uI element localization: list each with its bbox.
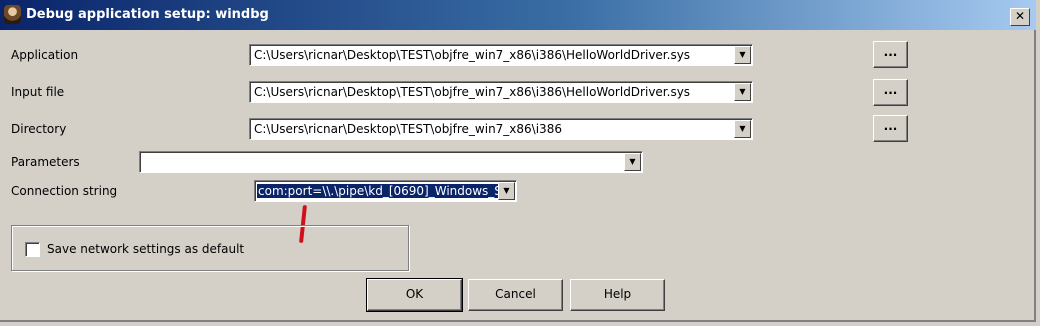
directory-browse-button[interactable]: ... <box>873 115 908 142</box>
input-file-combo[interactable]: C:\Users\ricnar\Desktop\TEST\objfre_win7… <box>249 81 753 103</box>
connection-string-value[interactable]: com:port=\\.\pipe\kd_[0690]_Windows_S <box>257 184 503 198</box>
chevron-down-icon[interactable]: ▼ <box>624 153 641 171</box>
input-file-value[interactable]: C:\Users\ricnar\Desktop\TEST\objfre_win7… <box>254 85 690 99</box>
application-label: Application <box>11 48 79 62</box>
help-button[interactable]: Help <box>570 279 665 311</box>
app-icon <box>4 5 21 24</box>
chevron-down-icon[interactable]: ▼ <box>734 46 751 64</box>
cancel-button[interactable]: Cancel <box>468 279 563 311</box>
parameters-combo[interactable]: ▼ <box>139 151 643 173</box>
ok-button[interactable]: OK <box>366 278 463 312</box>
title-bar[interactable]: Debug application setup: windbg ✕ <box>0 0 1036 30</box>
chevron-down-icon[interactable]: ▼ <box>734 83 751 101</box>
save-network-settings-label[interactable]: Save network settings as default <box>47 242 244 256</box>
close-button[interactable]: ✕ <box>1010 8 1030 26</box>
chevron-down-icon[interactable]: ▼ <box>734 120 751 138</box>
input-file-label: Input file <box>11 85 65 99</box>
connection-string-combo[interactable]: com:port=\\.\pipe\kd_[0690]_Windows_S ▼ <box>254 180 517 202</box>
connection-string-label: Connection string <box>11 184 118 198</box>
directory-value[interactable]: C:\Users\ricnar\Desktop\TEST\objfre_win7… <box>254 122 562 136</box>
parameters-label: Parameters <box>11 155 80 169</box>
chevron-down-icon[interactable]: ▼ <box>498 182 515 200</box>
network-settings-group: Save network settings as default <box>11 225 409 271</box>
application-value[interactable]: C:\Users\ricnar\Desktop\TEST\objfre_win7… <box>254 48 690 62</box>
directory-label: Directory <box>11 122 67 136</box>
application-browse-button[interactable]: ... <box>873 41 908 68</box>
save-network-settings-checkbox[interactable] <box>25 242 40 257</box>
input-file-browse-button[interactable]: ... <box>873 79 908 106</box>
application-combo[interactable]: C:\Users\ricnar\Desktop\TEST\objfre_win7… <box>249 44 753 66</box>
directory-combo[interactable]: C:\Users\ricnar\Desktop\TEST\objfre_win7… <box>249 118 753 140</box>
window-title: Debug application setup: windbg <box>26 7 269 22</box>
